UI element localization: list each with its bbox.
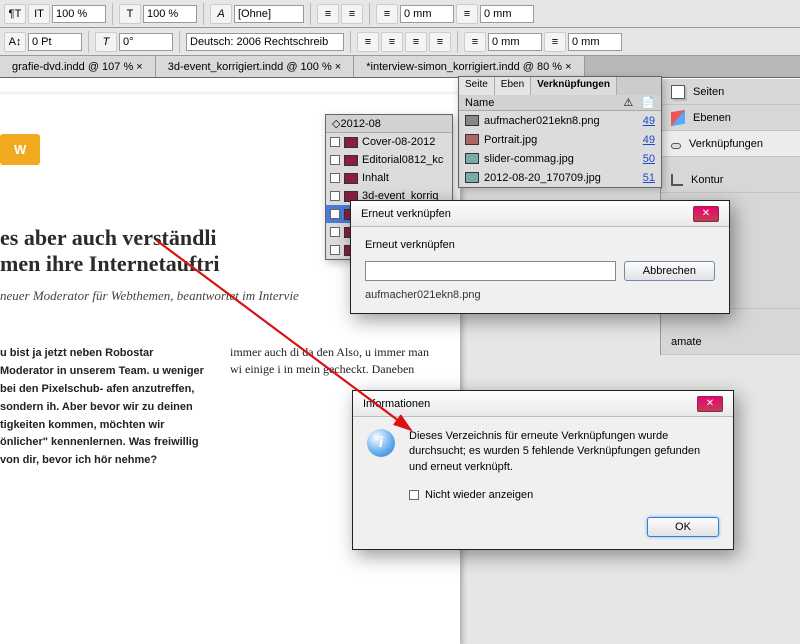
deg-input[interactable]: 0° xyxy=(119,33,173,51)
panel-ebenen[interactable]: Ebenen xyxy=(661,105,800,131)
info-message: Dieses Verzeichnis für erneute Verknüpfu… xyxy=(409,429,719,475)
warning-icon: ⚠ xyxy=(623,96,633,109)
baseline-icon[interactable]: A↕ xyxy=(4,32,26,52)
body-col-1: u bist ja jetzt neben Robostar Moderator… xyxy=(0,344,210,470)
links-icon xyxy=(671,143,681,149)
links-header: Name⚠📄 xyxy=(459,95,661,111)
font-style-icon[interactable]: A xyxy=(210,4,232,24)
page-col-icon: 📄 xyxy=(641,96,655,109)
cancel-button[interactable]: Abbrechen xyxy=(624,261,715,281)
dont-show-checkbox[interactable] xyxy=(409,490,419,500)
row-checkbox[interactable] xyxy=(330,191,340,201)
indd-icon xyxy=(344,137,358,148)
close-icon[interactable]: ✕ xyxy=(697,396,723,412)
link-row[interactable]: 2012-08-20_170709.jpg51 xyxy=(459,168,661,187)
format-toolbar-2: A↕ 0 Pt T 0° Deutsch: 2006 Rechtschreib … xyxy=(0,28,800,56)
mm3-input[interactable]: 0 mm xyxy=(568,33,622,51)
dont-show-label: Nicht wieder anzeigen xyxy=(425,489,533,501)
tab-seite[interactable]: Seite xyxy=(459,77,495,95)
justify-icon[interactable]: ≡ xyxy=(357,32,379,52)
mm0-input[interactable]: 0 mm xyxy=(400,5,454,23)
panel-kontur[interactable]: Kontur xyxy=(661,167,800,193)
row-checkbox[interactable] xyxy=(330,209,340,219)
links-panel: Seite Eben Verknüpfungen Name⚠📄 aufmache… xyxy=(458,76,662,188)
link-row[interactable]: aufmacher021ekn8.png49 xyxy=(459,111,661,130)
tracking-icon[interactable]: IT xyxy=(28,4,50,24)
info-dialog: Informationen ✕ i Dieses Verzeichnis für … xyxy=(352,390,734,550)
panel-amate[interactable]: amate xyxy=(661,329,800,355)
doc-tab-2[interactable]: 3d-event_korrigiert.indd @ 100 % × xyxy=(156,56,355,77)
link-row[interactable]: Portrait.jpg49 xyxy=(459,130,661,149)
thumb-icon xyxy=(465,115,479,126)
pages-icon xyxy=(671,85,685,99)
row-checkbox[interactable] xyxy=(330,173,340,183)
doc-tab-1[interactable]: grafie-dvd.indd @ 107 % × xyxy=(0,56,156,77)
links-panel-tabs: Seite Eben Verknüpfungen xyxy=(459,77,661,95)
doc-tab-3[interactable]: *interview-simon_korrigiert.indd @ 80 % … xyxy=(354,56,584,77)
kontur-icon xyxy=(671,174,683,186)
info-icon: i xyxy=(367,429,395,457)
dialog-title: Informationen xyxy=(363,398,430,410)
type-tool-icon[interactable]: T xyxy=(119,4,141,24)
panel-verknuepfungen[interactable]: Verknüpfungen xyxy=(661,131,800,157)
char-style-icon[interactable]: ¶T xyxy=(4,4,26,24)
paragraph-style-select[interactable]: [Ohne] xyxy=(234,5,304,23)
book-row[interactable]: Editorial0812_kc xyxy=(326,151,452,169)
justify3-icon[interactable]: ≡ xyxy=(405,32,427,52)
indent-icon[interactable]: ≡ xyxy=(376,4,398,24)
row-checkbox[interactable] xyxy=(330,137,340,147)
layers-icon xyxy=(671,109,685,125)
relink-path-input[interactable] xyxy=(365,261,616,281)
format-toolbar-1: ¶T IT 100 % T 100 % A [Ohne] ≡ ≡ ≡ 0 mm … xyxy=(0,0,800,28)
ok-button[interactable]: OK xyxy=(647,517,719,537)
link-row[interactable]: slider-commag.jpg50 xyxy=(459,149,661,168)
book-row-label: Cover-08-2012 xyxy=(362,136,435,148)
rotate-icon[interactable]: T xyxy=(95,32,117,52)
w-button[interactable]: W xyxy=(0,134,40,165)
book-title: ◇ xyxy=(332,117,340,130)
tab-ebenen[interactable]: Eben xyxy=(495,77,531,95)
align-icon[interactable]: ≡ xyxy=(341,4,363,24)
thumb-icon xyxy=(465,153,479,164)
row-checkbox[interactable] xyxy=(330,245,340,255)
close-icon[interactable]: ✕ xyxy=(693,206,719,222)
document-tabs: grafie-dvd.indd @ 107 % × 3d-event_korri… xyxy=(0,56,800,78)
pt-input[interactable]: 0 Pt xyxy=(28,33,82,51)
justify4-icon[interactable]: ≡ xyxy=(429,32,451,52)
justify2-icon[interactable]: ≡ xyxy=(381,32,403,52)
indd-icon xyxy=(344,173,358,184)
mm1-input[interactable]: 0 mm xyxy=(480,5,534,23)
tab-verknuepfungen[interactable]: Verknüpfungen xyxy=(531,77,617,95)
book-row[interactable]: Cover-08-2012 xyxy=(326,133,452,151)
list-icon[interactable]: ≡ xyxy=(317,4,339,24)
book-row-label: Editorial0812_kc xyxy=(362,154,443,166)
panel-seiten[interactable]: Seiten xyxy=(661,79,800,105)
book-row-label: Inhalt xyxy=(362,172,389,184)
relink-dialog: Erneut verknüpfen ✕ Erneut verknüpfen Abb… xyxy=(350,200,730,314)
relink-label: Erneut verknüpfen xyxy=(365,239,715,251)
row-checkbox[interactable] xyxy=(330,155,340,165)
space2-icon[interactable]: ≡ xyxy=(544,32,566,52)
thumb-icon xyxy=(465,134,479,145)
mm2-input[interactable]: 0 mm xyxy=(488,33,542,51)
book-row[interactable]: Inhalt xyxy=(326,169,452,187)
space-icon[interactable]: ≡ xyxy=(464,32,486,52)
row-checkbox[interactable] xyxy=(330,227,340,237)
indd-icon xyxy=(344,155,358,166)
language-select[interactable]: Deutsch: 2006 Rechtschreib xyxy=(186,33,344,51)
dialog-title: Erneut verknüpfen xyxy=(361,208,451,220)
relink-filename: aufmacher021ekn8.png xyxy=(365,289,715,301)
zoom-input[interactable]: 100 % xyxy=(52,5,106,23)
zoom2-input[interactable]: 100 % xyxy=(143,5,197,23)
thumb-icon xyxy=(465,172,479,183)
indent2-icon[interactable]: ≡ xyxy=(456,4,478,24)
